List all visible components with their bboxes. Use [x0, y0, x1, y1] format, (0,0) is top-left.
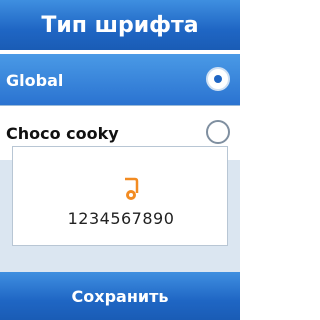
radio-selected-icon[interactable]: [206, 67, 230, 91]
radio-unselected-icon[interactable]: [206, 120, 230, 144]
font-preview-box: 1234567890: [12, 146, 228, 246]
title-text: Тип шрифта: [41, 12, 199, 38]
font-option-label: Choco cooky: [6, 123, 119, 143]
save-button[interactable]: Сохранить: [0, 272, 240, 320]
divider: [0, 105, 240, 106]
font-option-label: Global: [6, 70, 64, 90]
save-button-label: Сохранить: [71, 286, 169, 306]
font-option-global[interactable]: Global: [0, 54, 240, 106]
preview-text: 1234567890: [67, 209, 175, 228]
screen-title: Тип шрифта: [0, 0, 240, 50]
watermark-icon: [125, 177, 139, 200]
